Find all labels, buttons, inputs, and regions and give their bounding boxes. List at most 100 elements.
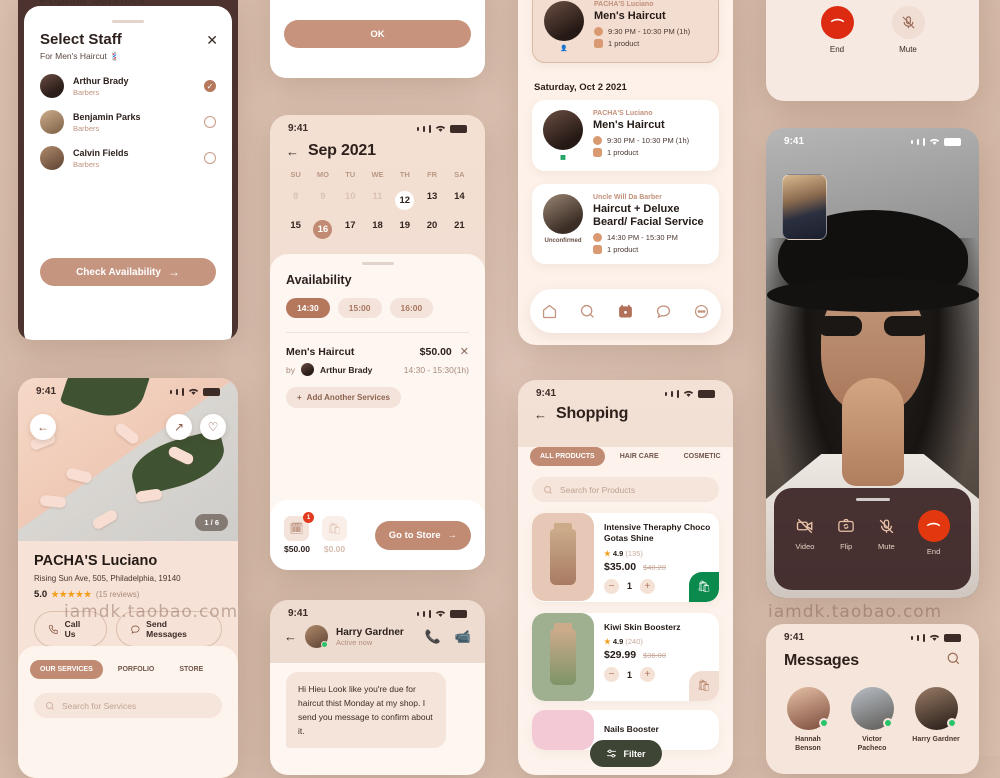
calendar-day[interactable]: 11 [364,186,391,215]
back-arrow-icon[interactable]: ← [30,414,56,440]
heart-icon[interactable]: ♡ [200,414,226,440]
tab-home-icon[interactable] [539,301,559,321]
flip-camera-toggle[interactable]: Flip [837,515,855,551]
person-sunglasses [817,316,928,336]
status-icons [665,389,715,398]
tab-cosmetic[interactable]: COSMETIC [674,447,731,466]
calendar-day-selected[interactable]: 16 [309,215,336,244]
add-to-cart-button[interactable]: 🛍 [689,571,719,602]
calendar-day[interactable]: 17 [337,215,364,244]
add-another-service-button[interactable]: + Add Another Services [286,387,401,408]
decrease-quantity-button[interactable]: − [604,667,619,683]
tab-calendar-icon[interactable] [615,301,635,321]
tab-all-products[interactable]: ALL PRODUCTS [530,447,605,466]
business-tabs-sheet: OUR SERVICES PORFOLIO STORE ABOUT REVIEW… [18,646,238,778]
wifi-icon [929,138,940,145]
signal-icon [176,388,178,395]
time-slot[interactable]: 16:00 [389,298,434,318]
mute-toggle[interactable]: Mute [878,515,895,551]
calendar-day[interactable]: 14 [446,186,473,215]
tab-about[interactable]: ABOUT [218,660,226,679]
calendar-day-today[interactable]: 12 [391,186,418,215]
time-slot[interactable]: 15:00 [337,298,382,318]
share-icon[interactable]: ↗ [166,414,192,440]
list-item[interactable]: ▦ PACHA'S Luciano Men's Haircut 9:30 PM … [532,100,719,171]
filter-button[interactable]: Filter [589,740,662,767]
tab-porfolio[interactable]: PORFOLIO [108,660,165,679]
tab-search-icon[interactable] [577,301,597,321]
back-arrow-icon[interactable]: ← [286,144,299,159]
end-call-toggle[interactable]: End [917,510,950,556]
appointment-day-label: Saturday, Oct 2 2021 [534,82,627,93]
phone-end-icon[interactable] [820,6,854,39]
list-item[interactable]: Harry Gardner [912,687,960,754]
business-hero-gallery[interactable]: 9:41 ← ↗ ♡ 1 / 6 [18,378,238,541]
tab-hair-care[interactable]: HAIR CARE [610,447,669,466]
increase-quantity-button[interactable]: + [640,667,656,683]
list-item[interactable]: Kiwi Skin Boosterz ★ 4.9 (240) $29.99 $3… [532,612,719,701]
search-input[interactable]: Search for Products [532,477,719,502]
business-actions: Call Us Send Messages [34,611,222,647]
calendar-day[interactable]: 18 [364,215,391,244]
list-item[interactable]: Unconfirmed Uncle Will Da Barber Haircut… [532,184,719,265]
calendar-day[interactable]: 19 [391,215,418,244]
ok-button[interactable]: OK [284,20,471,48]
check-availability-button[interactable]: Check Availability → [40,258,216,286]
mic-off-icon[interactable] [891,6,925,39]
calendar-day[interactable]: 21 [446,215,473,244]
remove-service-icon[interactable]: ✕ [460,345,469,358]
list-item[interactable]: Calvin Fields Barbers [40,146,216,170]
go-to-store-button[interactable]: Go to Store → [374,520,471,550]
tab-more-icon[interactable] [692,301,712,321]
sheet-grabber[interactable] [112,20,144,23]
add-to-cart-button[interactable]: 🛍 [689,670,719,701]
store-cart-icon[interactable]: 🛍 [322,516,347,541]
back-arrow-icon[interactable]: ← [284,629,297,644]
list-item[interactable]: Arthur Brady Barbers ✓ [40,74,216,98]
calendar-day[interactable]: 13 [418,186,445,215]
list-item[interactable]: Benjamin Parks Barbers [40,110,216,134]
self-video-preview[interactable] [782,174,827,240]
store-total: $0.00 [323,544,346,554]
send-messages-button[interactable]: Send Messages [115,611,222,647]
back-arrow-icon[interactable]: ← [534,407,547,422]
tab-chat-icon[interactable] [654,301,674,321]
calendar-day[interactable]: 15 [282,215,309,244]
search-input[interactable]: Search for Services [34,693,222,718]
signal-icon [665,391,667,396]
radio-icon[interactable] [204,116,216,128]
mic-off-glyph [901,16,915,29]
list-item[interactable]: Hannah Benson [784,687,832,754]
price-value: $29.99 [604,649,637,662]
rating-value: 5.0 [34,589,48,600]
call-us-button[interactable]: Call Us [34,611,107,647]
search-icon[interactable] [946,651,961,671]
business-name: PACHA'S Luciano [593,110,653,117]
list-item[interactable]: 👤 PACHA'S Luciano Men's Haircut 9:30 PM … [532,0,719,63]
arrow-right-icon: → [167,265,180,279]
calendar-day[interactable]: 10 [337,186,364,215]
radio-selected-icon[interactable]: ✓ [204,80,216,92]
list-item[interactable]: Intensive Theraphy Choco Gotas Shine ★ 4… [532,513,719,602]
status-icons [170,387,220,396]
calendar-day[interactable]: 20 [418,215,445,244]
tab-our-services[interactable]: OUR SERVICES [30,660,103,679]
radio-icon[interactable] [204,152,216,164]
list-item[interactable]: Victor Pacheco [848,687,896,754]
calendar-day[interactable]: 9 [309,186,336,215]
phone-icon[interactable]: 📞 [425,629,441,645]
sheet-grabber[interactable] [361,262,394,265]
status-icons [417,609,467,618]
tab-store[interactable]: STORE [169,660,213,679]
video-icon[interactable]: 📹 [455,629,471,645]
search-placeholder: Search for Services [62,700,137,711]
decrease-quantity-button[interactable]: − [604,578,619,594]
increase-quantity-button[interactable]: + [640,578,656,594]
calendar-cart-icon[interactable]: 🗓 1 [284,512,314,541]
time-slot[interactable]: 14:30 [286,298,330,318]
close-icon[interactable]: ✕ [206,32,218,49]
video-toggle[interactable]: Video [795,515,814,551]
rating-value: 4.9 [612,548,624,558]
calendar-day[interactable]: 8 [282,186,309,215]
control-grabber[interactable] [855,498,890,501]
